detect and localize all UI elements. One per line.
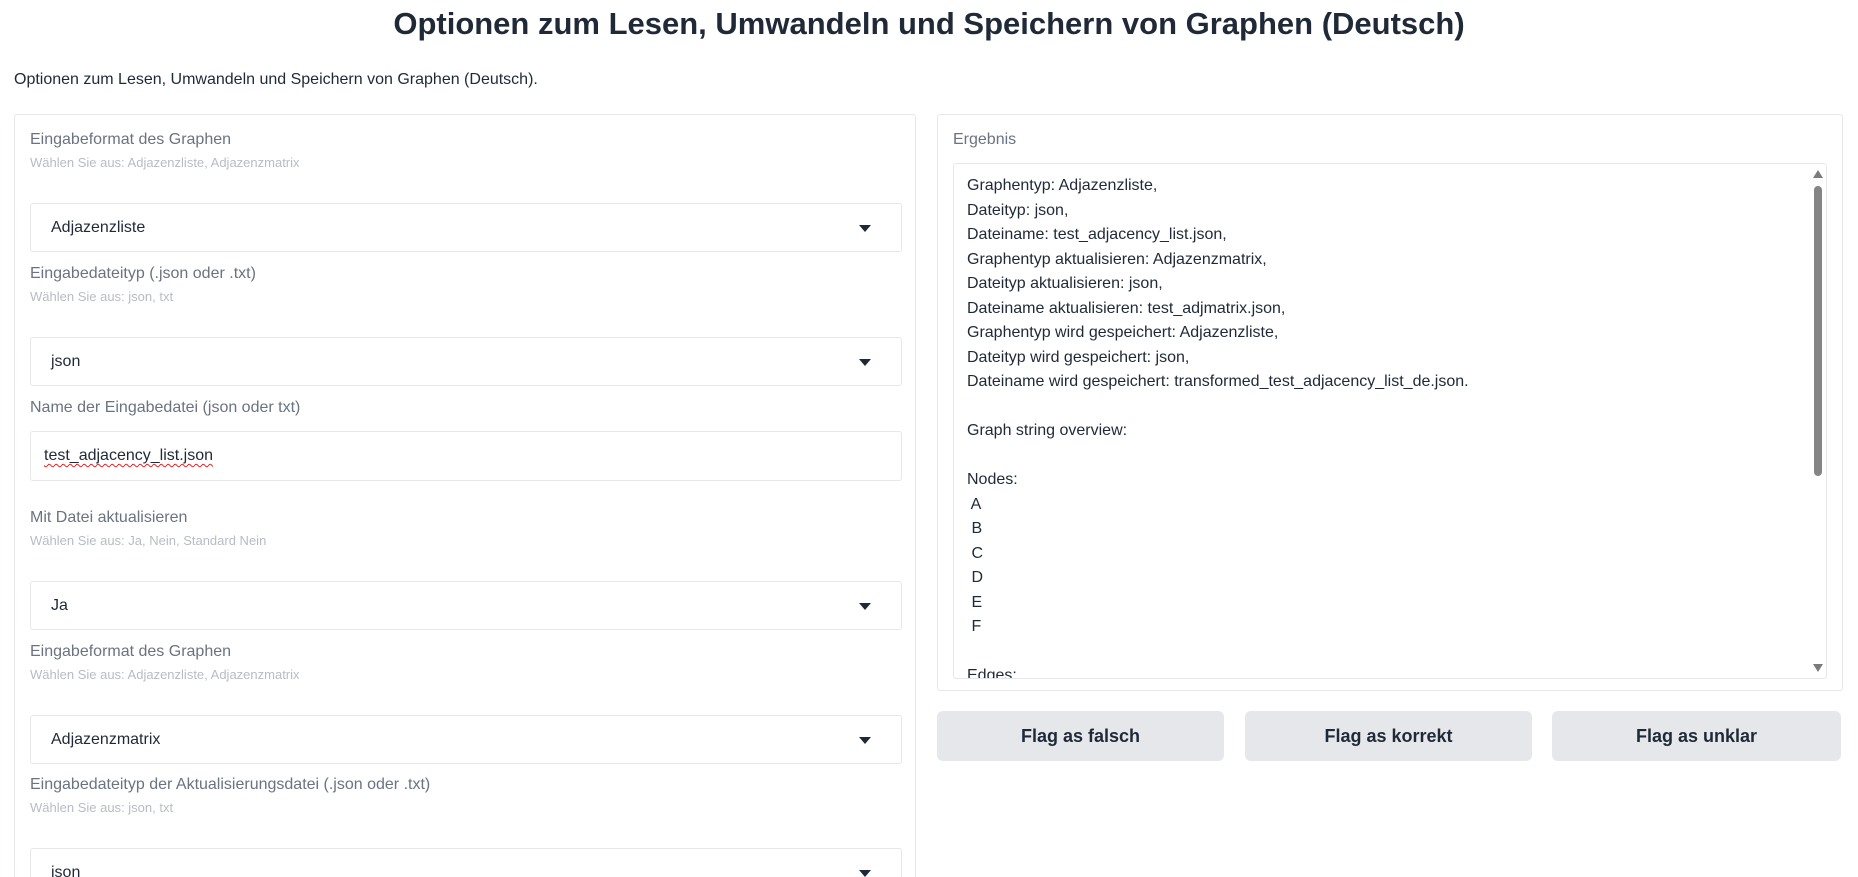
result-scrollbar[interactable] [1810, 164, 1826, 678]
file-name-label: Name der Eingabedatei (json oder txt) [30, 399, 301, 416]
chevron-down-icon [859, 603, 871, 610]
update-graph-format-label: Eingabeformat des Graphen [30, 643, 232, 660]
flag-korrekt-button[interactable]: Flag as korrekt [1245, 711, 1532, 761]
file-name-field: Name der Eingabedatei (json oder txt) te… [30, 397, 902, 481]
chevron-down-icon [859, 737, 871, 744]
graph-format-field: Eingabeformat des Graphen Wählen Sie aus… [30, 129, 902, 252]
file-type-field: Eingabedateityp (.json oder .txt) Wählen… [30, 263, 902, 386]
file-name-input[interactable]: test_adjacency_list.json [30, 431, 902, 481]
update-with-file-info: Wählen Sie aus: Ja, Nein, Standard Nein [30, 533, 267, 548]
update-with-file-label: Mit Datei aktualisieren [30, 509, 188, 526]
result-textarea[interactable]: Graphentyp: Adjazenzliste, Dateityp: jso… [953, 163, 1827, 679]
flag-unklar-button[interactable]: Flag as unklar [1552, 711, 1841, 761]
input-panel: Eingabeformat des Graphen Wählen Sie aus… [14, 114, 916, 877]
scroll-up-arrow-icon[interactable] [1813, 170, 1823, 178]
update-with-file-field: Mit Datei aktualisieren Wählen Sie aus: … [30, 507, 902, 630]
chevron-down-icon [859, 359, 871, 366]
result-label: Ergebnis [953, 131, 1017, 148]
scroll-down-arrow-icon[interactable] [1813, 664, 1823, 672]
update-graph-format-info: Wählen Sie aus: Adjazenzliste, Adjazenzm… [30, 667, 300, 682]
update-graph-format-field: Eingabeformat des Graphen Wählen Sie aus… [30, 641, 902, 764]
graph-format-info: Wählen Sie aus: Adjazenzliste, Adjazenzm… [30, 155, 300, 170]
file-type-value: json [51, 352, 81, 370]
update-graph-format-dropdown[interactable]: Adjazenzmatrix [30, 715, 902, 764]
output-panel: Ergebnis Graphentyp: Adjazenzliste, Date… [937, 114, 1843, 691]
update-with-file-value: Ja [51, 596, 68, 614]
chevron-down-icon [859, 870, 871, 877]
update-file-type-label: Eingabedateityp der Aktualisierungsdatei… [30, 776, 431, 793]
result-text: Graphentyp: Adjazenzliste, Dateityp: jso… [967, 177, 1469, 679]
graph-format-dropdown[interactable]: Adjazenzliste [30, 203, 902, 252]
update-file-type-value: json [51, 863, 81, 877]
chevron-down-icon [859, 225, 871, 232]
app-page: Optionen zum Lesen, Umwandeln und Speich… [0, 0, 1858, 877]
update-file-type-dropdown[interactable]: json [30, 848, 902, 877]
file-type-dropdown[interactable]: json [30, 337, 902, 386]
page-description: Optionen zum Lesen, Umwandeln und Speich… [14, 71, 538, 88]
page-title: Optionen zum Lesen, Umwandeln und Speich… [393, 6, 1465, 41]
update-file-type-info: Wählen Sie aus: json, txt [30, 800, 174, 815]
graph-format-label: Eingabeformat des Graphen [30, 131, 232, 148]
update-graph-format-value: Adjazenzmatrix [51, 730, 161, 748]
file-type-info: Wählen Sie aus: json, txt [30, 289, 174, 304]
flag-falsch-button[interactable]: Flag as falsch [937, 711, 1224, 761]
update-with-file-dropdown[interactable]: Ja [30, 581, 902, 630]
graph-format-value: Adjazenzliste [51, 218, 146, 236]
scroll-thumb[interactable] [1814, 186, 1822, 476]
file-name-value: test_adjacency_list.json [44, 447, 213, 464]
file-type-label: Eingabedateityp (.json oder .txt) [30, 265, 256, 282]
update-file-type-field: Eingabedateityp der Aktualisierungsdatei… [30, 774, 902, 877]
